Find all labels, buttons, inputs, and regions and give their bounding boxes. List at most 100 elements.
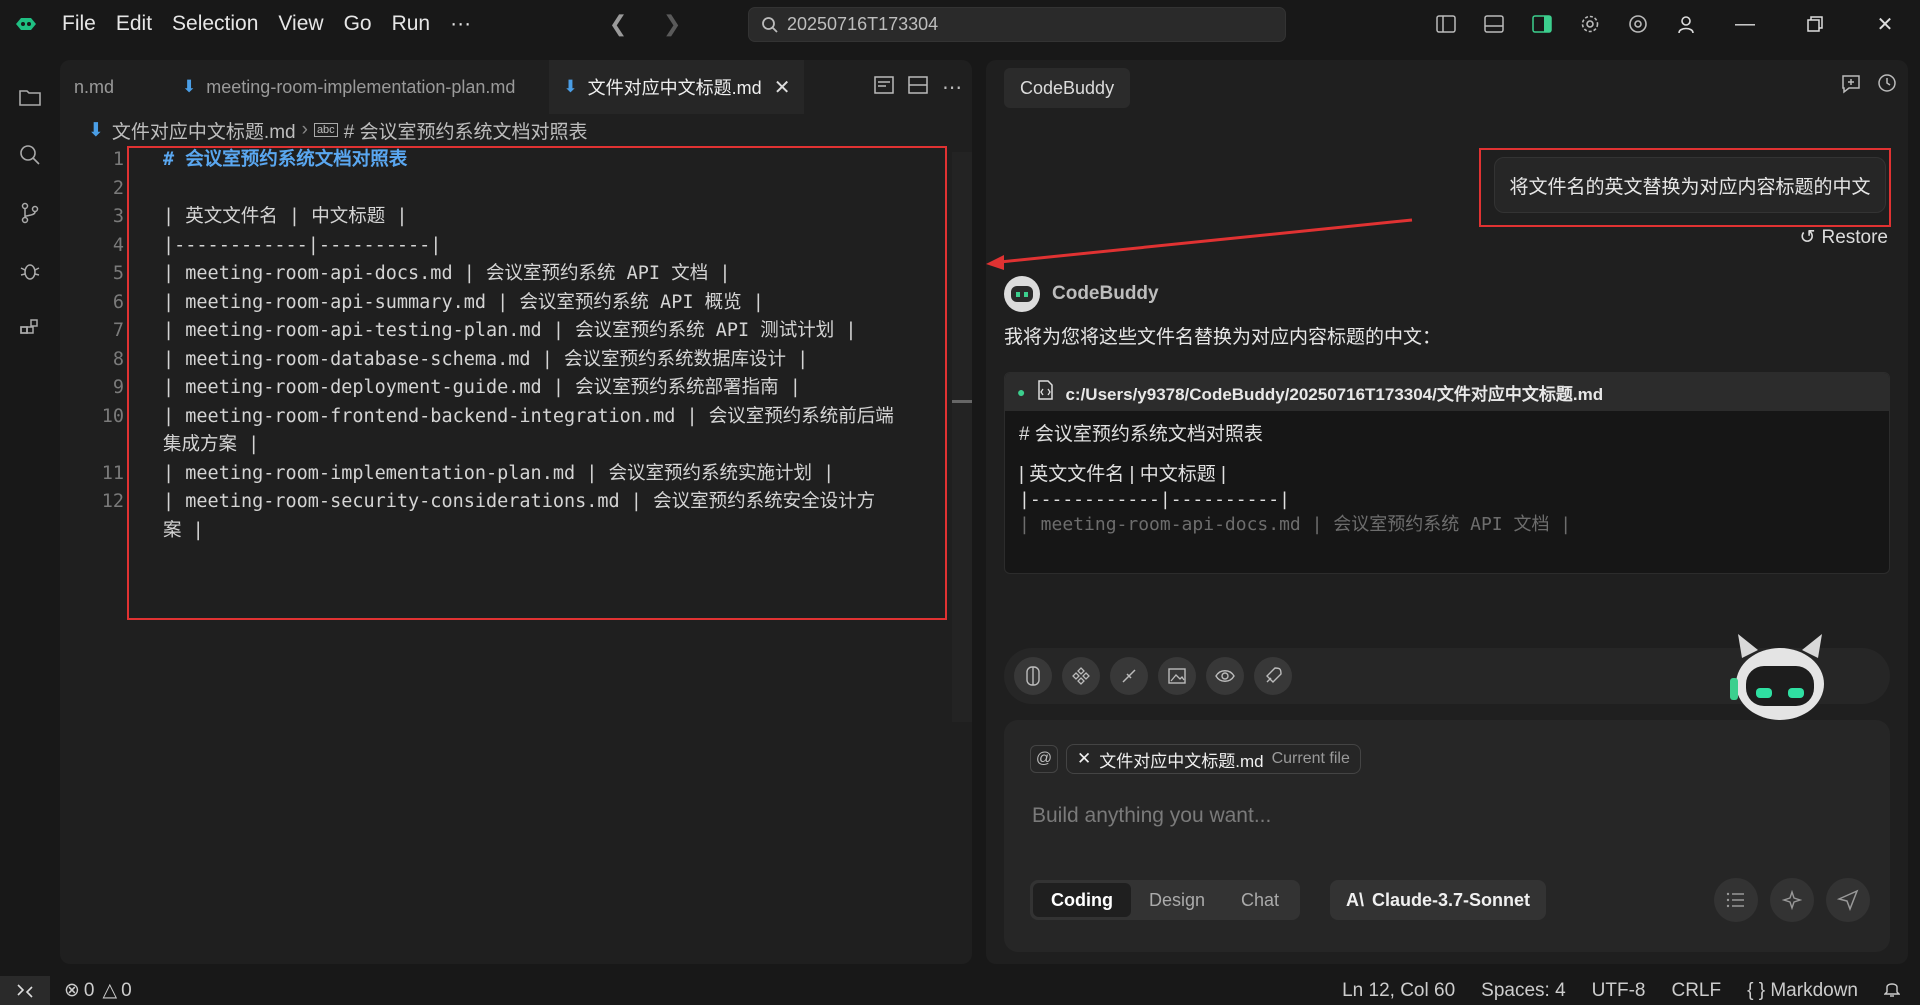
problems-indicator[interactable]: ⊗ 0 △ 0 (64, 979, 132, 1002)
code-line[interactable]: 8 | meeting-room-database-schema.md | 会议室… (60, 346, 960, 375)
menu-file[interactable]: File (52, 0, 106, 48)
code-line[interactable]: 6 | meeting-room-api-summary.md | 会议室预约系统… (60, 289, 960, 318)
debug-icon[interactable] (0, 242, 60, 300)
code-line[interactable]: 2 (60, 175, 960, 204)
components-icon[interactable] (1062, 657, 1100, 695)
code-line[interactable]: 4 |------------|----------| (60, 232, 960, 261)
menu-edit[interactable]: Edit (106, 0, 162, 48)
file-change-card[interactable]: ● c:/Users/y9378/CodeBuddy/20250716T1733… (1004, 372, 1890, 574)
enhance-prompt-icon[interactable] (1770, 878, 1814, 922)
restore-button[interactable]: ↺ Restore (1800, 226, 1888, 249)
restore-window-button[interactable] (1780, 0, 1850, 48)
back-arrow-icon[interactable]: ❮ (591, 11, 645, 37)
code-line[interactable]: 7 | meeting-room-api-testing-plan.md | 会议… (60, 317, 960, 346)
code-editor[interactable]: 1 # 会议室预约系统文档对照表 2 3 | 英文文件名 | 中文标题 | 4 |-----… (60, 146, 960, 545)
notifications-bell-icon[interactable] (1883, 979, 1901, 1003)
line-number: 6 (112, 291, 124, 313)
toggle-sidebar-icon[interactable] (1422, 0, 1470, 48)
language-label: Markdown (1770, 979, 1858, 1001)
code-line-text: # 会议室预约系统文档对照表 (163, 149, 408, 170)
line-number: 5 (112, 263, 124, 284)
plugin-icon[interactable] (1110, 657, 1148, 695)
preview-line: | 英文文件名 | 中文标题 | (1019, 464, 1226, 485)
command-search-box[interactable]: 20250716T173304 (748, 7, 1286, 42)
account-icon[interactable] (1662, 0, 1710, 48)
menu-run[interactable]: Run (382, 0, 441, 48)
codebuddy-panel: CodeBuddy 将文件名的英文替换为对应内容标题的中文 ↺ Restore … (986, 60, 1908, 964)
source-control-icon[interactable] (0, 184, 60, 242)
breadcrumb-section[interactable]: # 会议室预约系统文档对照表 (344, 117, 588, 144)
mode-chat[interactable]: Chat (1223, 883, 1297, 917)
line-ending[interactable]: CRLF (1671, 980, 1721, 1002)
image-upload-icon[interactable] (1158, 657, 1196, 695)
new-chat-icon[interactable] (1840, 72, 1862, 99)
extensions-icon[interactable] (0, 300, 60, 358)
breadcrumb-file[interactable]: 文件对应中文标题.md (112, 117, 296, 144)
forward-arrow-icon[interactable]: ❯ (645, 11, 699, 37)
file-path[interactable]: c:/Users/y9378/CodeBuddy/20250716T173304… (1065, 380, 1603, 405)
close-window-button[interactable]: ✕ (1850, 0, 1920, 48)
code-line[interactable]: 案 | (60, 517, 960, 546)
chat-input-box[interactable]: @ ✕ 文件对应中文标题.md Current file Build anyth… (1004, 720, 1890, 952)
tab-active-file[interactable]: ⬇ 文件对应中文标题.md ✕ (549, 60, 805, 114)
minimize-button[interactable]: — (1710, 0, 1780, 48)
indentation[interactable]: Spaces: 4 (1481, 980, 1566, 1002)
codebuddy-tab[interactable]: CodeBuddy (1004, 68, 1131, 108)
toggle-panel-icon[interactable] (1470, 0, 1518, 48)
code-file-icon (1035, 379, 1055, 405)
line-number: 12 (101, 491, 124, 512)
history-icon[interactable] (1876, 72, 1898, 99)
figma-icon[interactable] (1014, 657, 1052, 695)
code-line-text: | meeting-room-api-docs.md | 会议室预约系统 API… (163, 263, 731, 284)
menu-selection[interactable]: Selection (162, 0, 268, 48)
settings-gear-icon[interactable] (1566, 0, 1614, 48)
send-icon[interactable] (1826, 878, 1870, 922)
mode-design[interactable]: Design (1131, 883, 1223, 917)
context-file-sub: Current file (1271, 750, 1350, 767)
editor-scrollbar[interactable] (952, 152, 972, 722)
more-actions-icon[interactable]: ⋯ (942, 75, 962, 100)
close-tab-icon[interactable]: ✕ (774, 75, 791, 100)
remote-indicator-icon[interactable] (0, 976, 50, 1005)
tab-partial-file[interactable]: n.md (60, 60, 128, 114)
code-line[interactable]: 1 # 会议室预约系统文档对照表 (60, 146, 960, 175)
line-number: 10 (101, 405, 124, 427)
model-selector[interactable]: A\ Claude-3.7-Sonnet (1330, 880, 1547, 920)
open-preview-icon[interactable] (874, 75, 894, 99)
activity-bar (0, 48, 60, 976)
browser-icon[interactable] (1614, 0, 1662, 48)
toggle-secondary-sidebar-icon[interactable] (1518, 0, 1566, 48)
tab-implementation-plan[interactable]: ⬇ meeting-room-implementation-plan.md (168, 60, 529, 114)
cursor-position[interactable]: Ln 12, Col 60 (1342, 980, 1455, 1002)
explorer-icon[interactable] (0, 68, 60, 126)
code-line[interactable]: 集成方案 | (60, 431, 960, 460)
code-line-text: | meeting-room-security-considerations.m… (163, 491, 876, 512)
split-editor-icon[interactable] (908, 75, 928, 99)
line-number: 3 (112, 206, 124, 227)
code-line-text: | meeting-room-api-summary.md | 会议室预约系统 … (163, 291, 764, 313)
menu-go[interactable]: Go (334, 0, 382, 48)
code-line-text: | meeting-room-api-testing-plan.md | 会议室… (163, 320, 857, 341)
mention-at-button[interactable]: @ (1030, 745, 1058, 773)
language-mode[interactable]: { } Markdown (1747, 980, 1858, 1002)
code-line[interactable]: 9 | meeting-room-deployment-guide.md | 会议… (60, 374, 960, 403)
encoding[interactable]: UTF-8 (1592, 980, 1646, 1002)
menu-view[interactable]: View (268, 0, 333, 48)
task-list-icon[interactable] (1714, 878, 1758, 922)
code-line[interactable]: 11 | meeting-room-implementation-plan.md … (60, 460, 960, 489)
tab-label: meeting-room-implementation-plan.md (206, 76, 516, 97)
context-file-chip[interactable]: ✕ 文件对应中文标题.md Current file (1066, 744, 1361, 774)
deploy-rocket-icon[interactable] (1254, 657, 1292, 695)
search-view-icon[interactable] (0, 126, 60, 184)
close-icon[interactable]: ✕ (1077, 749, 1091, 769)
preview-eye-icon[interactable] (1206, 657, 1244, 695)
code-line[interactable]: 10 | meeting-room-frontend-backend-integr… (60, 403, 960, 432)
code-line[interactable]: 3 | 英文文件名 | 中文标题 | (60, 203, 960, 232)
menu-more[interactable]: ··· (440, 0, 481, 48)
mode-coding[interactable]: Coding (1033, 883, 1131, 917)
code-line[interactable]: 5 | meeting-room-api-docs.md | 会议室预约系统 AP… (60, 260, 960, 289)
code-line-text: | meeting-room-deployment-guide.md | 会议室… (163, 377, 801, 398)
chat-input-placeholder[interactable]: Build anything you want... (1032, 804, 1271, 828)
line-number: 7 (112, 320, 124, 341)
code-line[interactable]: 12 | meeting-room-security-considerations… (60, 488, 960, 517)
